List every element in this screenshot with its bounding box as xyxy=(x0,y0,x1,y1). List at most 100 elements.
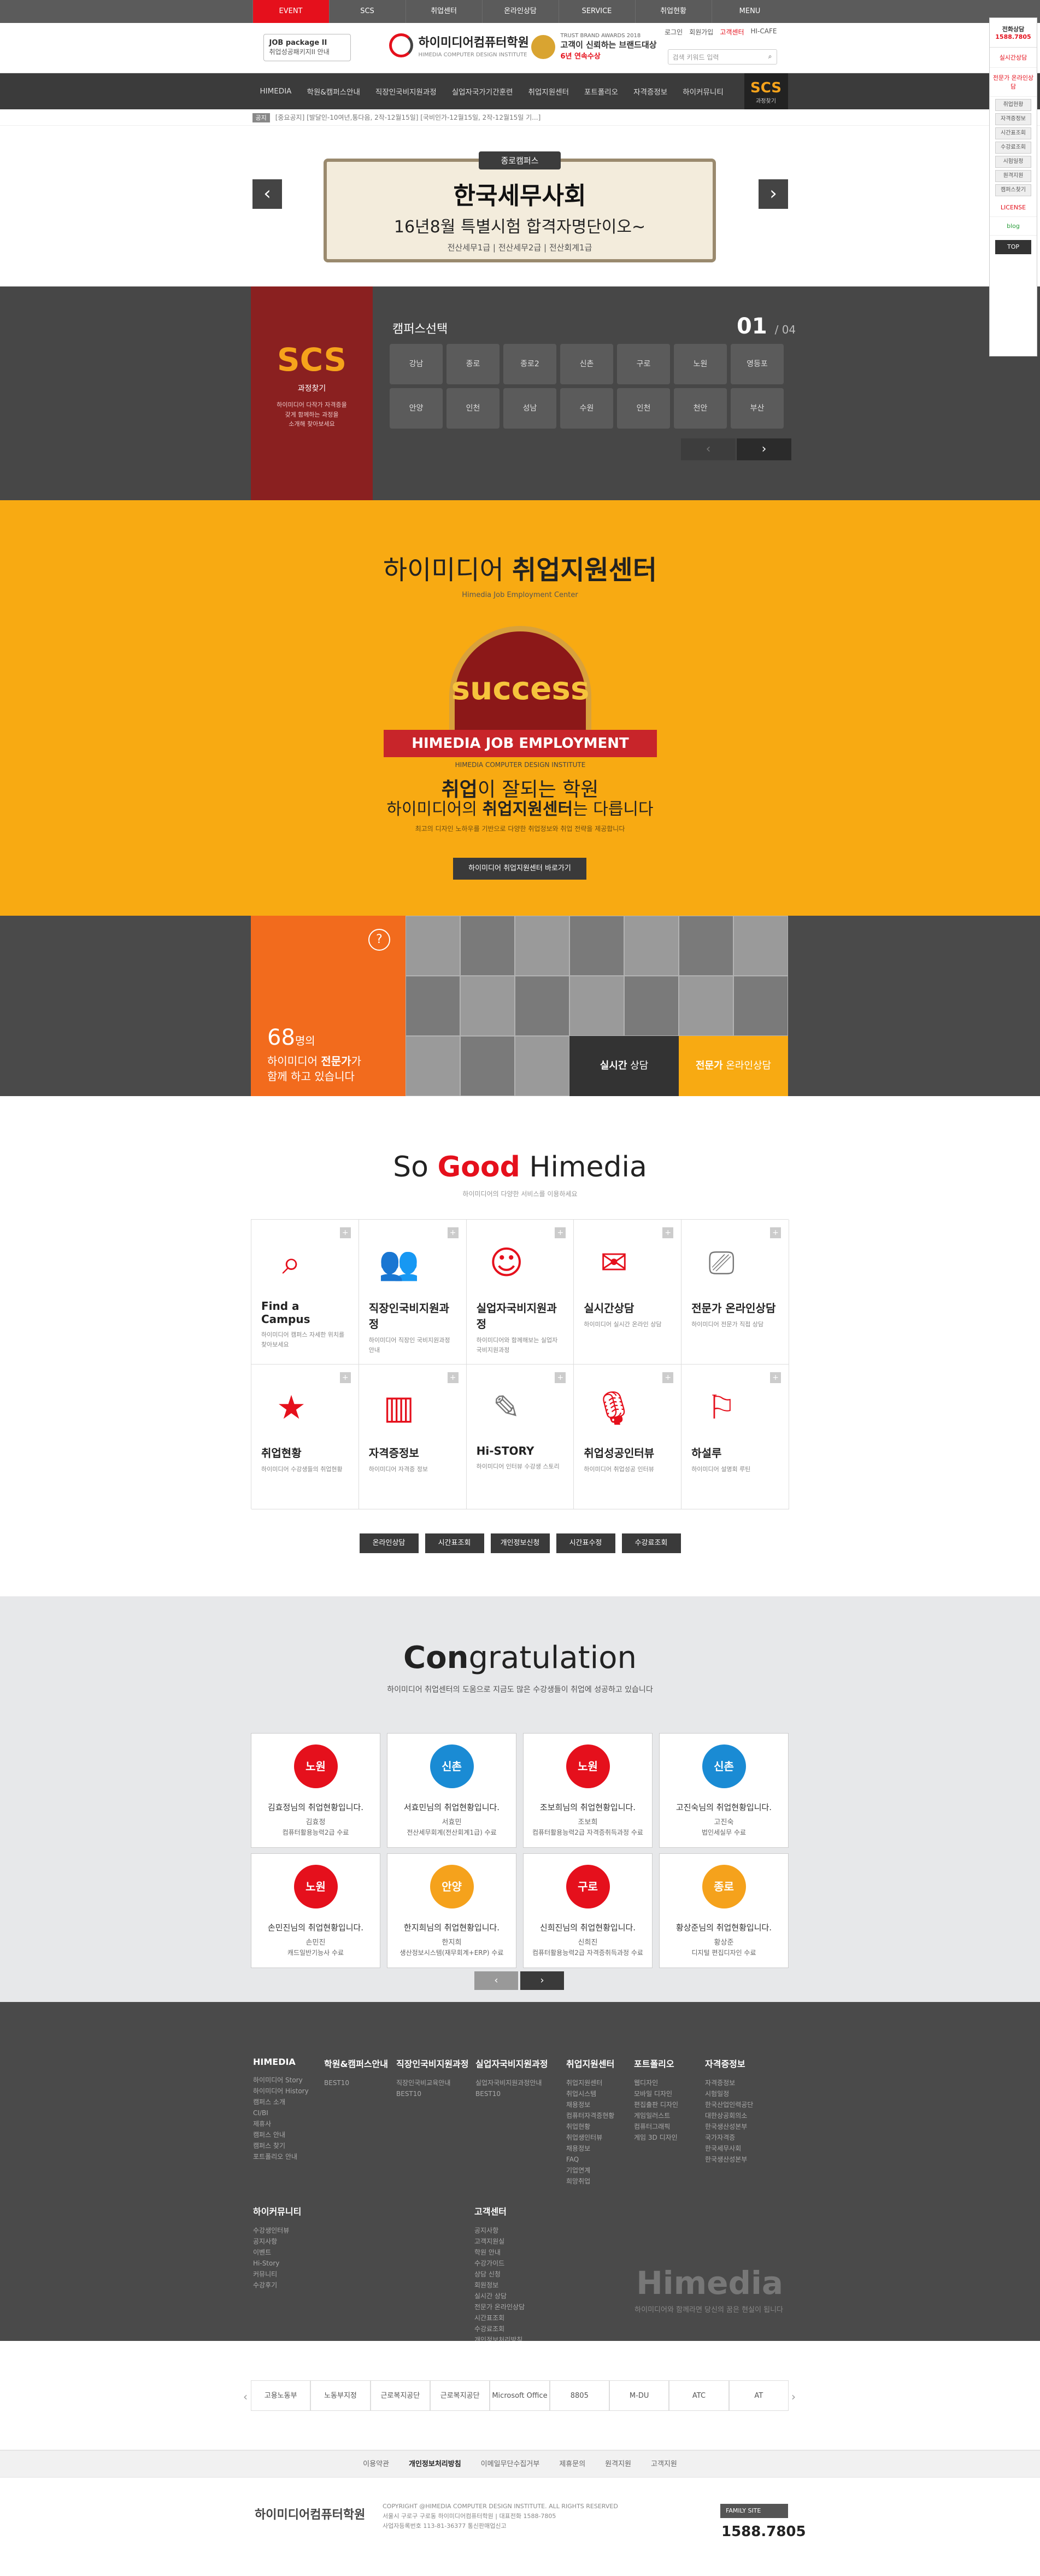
campus-item[interactable]: 성남 xyxy=(503,388,556,429)
campus-item[interactable]: 인천 xyxy=(617,388,670,429)
job-center-button[interactable]: 하이미디어 취업지원센터 바로가기 xyxy=(453,858,586,880)
footer-link[interactable]: 한국생산성본부 xyxy=(705,2154,753,2165)
campus-item[interactable]: 노원 xyxy=(674,344,727,384)
footer-link[interactable]: 취업생인터뷰 xyxy=(566,2132,614,2143)
live-chat-button[interactable]: 실시간 상담 xyxy=(569,1036,679,1096)
footer-link[interactable]: 취업시스템 xyxy=(566,2088,614,2099)
service-card[interactable]: + 🎙 취업성공인터뷰 하이미디어 취업성공 인터뷰 xyxy=(574,1365,682,1509)
slider-banner[interactable]: 종로캠퍼스 한국세무사회 16년8월 특별시험 합격자명단이오~ 전산세무1급 … xyxy=(324,151,716,262)
util-link-2[interactable]: 고객센터 xyxy=(720,27,744,37)
campus-item[interactable]: 영등포 xyxy=(731,344,784,384)
quick-button[interactable]: 시간표조회 xyxy=(425,1533,484,1553)
partner-logo[interactable]: 8805 xyxy=(549,2380,609,2411)
footer-link[interactable]: FAQ xyxy=(566,2154,614,2165)
footer-col-title[interactable]: 하이커뮤니티 xyxy=(253,2204,301,2217)
footer-link[interactable]: 하이미디어 History xyxy=(253,2086,309,2097)
partner-logo[interactable]: ATC xyxy=(669,2380,729,2411)
nav-item-7[interactable]: 하이커뮤니티 xyxy=(675,86,731,97)
congr-card[interactable]: 노원 김효정님의 취업현황입니다. 김효정 컴퓨터활용능력2급 수료 xyxy=(251,1733,380,1848)
bottom-link[interactable]: 고객지원 xyxy=(651,2451,677,2478)
job-package-banner[interactable]: JOB package II 취업성공패키지II 안내 xyxy=(263,34,351,61)
footer-link[interactable]: CI/BI xyxy=(253,2107,309,2118)
footer-link[interactable]: 채용정보 xyxy=(566,2099,614,2110)
footer-link[interactable]: 한국세무사회 xyxy=(705,2143,753,2154)
footer-link[interactable]: 취업현황 xyxy=(566,2121,614,2132)
footer-col-title[interactable]: 포트폴리오 xyxy=(634,2057,678,2070)
partner-logo[interactable]: 근로복지공단 xyxy=(370,2380,430,2411)
partner-logo[interactable]: 고용노동부 xyxy=(251,2380,311,2411)
congr-card[interactable]: 종로 황상준님의 취업현황입니다. 황상준 디지털 편집디자인 수료 xyxy=(659,1853,789,1968)
footer-link[interactable]: 시험일정 xyxy=(705,2088,753,2099)
blog-link[interactable]: blog xyxy=(990,217,1037,236)
quick-small-link[interactable]: 시험일정 xyxy=(995,156,1031,168)
topbar-tab-4[interactable]: SERVICE xyxy=(558,0,635,23)
footer-link[interactable]: 캠퍼스 안내 xyxy=(253,2129,309,2140)
footer-link[interactable]: 자격증정보 xyxy=(705,2077,753,2088)
footer-col-title[interactable]: 학원&캠퍼스안내 xyxy=(324,2057,388,2070)
slider-next-button[interactable]: › xyxy=(759,179,788,209)
partner-logo[interactable]: Microsoft Office xyxy=(490,2380,550,2411)
nav-item-2[interactable]: 직장인국비지원과정 xyxy=(368,86,444,97)
footer-link[interactable]: Hi-Story xyxy=(253,2258,301,2269)
footer-link[interactable]: 실시간 상담 xyxy=(474,2291,525,2302)
quick-small-link[interactable]: 원격지원 xyxy=(995,170,1031,182)
quick-item[interactable]: 실시간상담 xyxy=(990,48,1037,68)
footer-link[interactable]: 웹디자인 xyxy=(634,2077,678,2088)
footer-link[interactable]: 국가자격증 xyxy=(705,2132,753,2143)
topbar-tab-1[interactable]: SCS xyxy=(328,0,406,23)
campus-prev-button[interactable]: ‹ xyxy=(681,438,736,460)
footer-link[interactable]: 고객지원실 xyxy=(474,2236,525,2247)
nav-item-5[interactable]: 포트폴리오 xyxy=(577,86,626,97)
footer-link[interactable]: 제휴사 xyxy=(253,2118,309,2129)
footer-link[interactable]: 회원정보 xyxy=(474,2280,525,2291)
partner-logo[interactable]: M-DU xyxy=(609,2380,669,2411)
footer-link[interactable]: 게임 3D 디자인 xyxy=(634,2132,678,2143)
congr-card[interactable]: 신촌 고진숙님의 취업현황입니다. 고진숙 법인세실무 수료 xyxy=(659,1733,789,1848)
quick-small-link[interactable]: 캠퍼스찾기 xyxy=(995,184,1031,196)
congr-prev-button[interactable]: ‹ xyxy=(474,1971,518,1990)
congr-card[interactable]: 신촌 서효민님의 취업현황입니다. 서효민 전산세무회계(전산회계1급) 수료 xyxy=(387,1733,516,1848)
footer-link[interactable]: 이벤트 xyxy=(253,2247,301,2258)
congr-next-button[interactable]: › xyxy=(520,1971,564,1990)
topbar-tab-5[interactable]: 취업현황 xyxy=(634,0,712,23)
scs-box[interactable]: SCS 과정찾기 하이미디어 다작가 자격증을 갖게 함께하는 과정을 소개해 … xyxy=(251,286,373,500)
bottom-link[interactable]: 원격지원 xyxy=(605,2451,631,2478)
partner-logo[interactable]: 노동부지정 xyxy=(310,2380,371,2411)
footer-link[interactable]: 기업연계 xyxy=(566,2165,614,2176)
plus-icon[interactable]: + xyxy=(339,1372,351,1383)
plus-icon[interactable]: + xyxy=(555,1227,566,1238)
footer-link[interactable]: 하이미디어 Story xyxy=(253,2075,309,2086)
campus-item[interactable]: 종로2 xyxy=(503,344,556,384)
service-card[interactable]: + ⌕ Find a Campus 하이미디어 캠퍼스 자세한 위치를 찾아보세요 xyxy=(251,1220,359,1365)
footer-link[interactable]: 직장인국비교육안내 xyxy=(396,2077,468,2088)
topbar-tab-0[interactable]: EVENT xyxy=(252,0,329,23)
congr-card[interactable]: 노원 조보희님의 취업현황입니다. 조보희 컴퓨터활용능력2급 자격증취득과정 수료 xyxy=(523,1733,653,1848)
slider-prev-button[interactable]: ‹ xyxy=(252,179,282,209)
nav-item-6[interactable]: 자격증정보 xyxy=(626,86,675,97)
util-link-3[interactable]: HI-CAFE xyxy=(751,27,777,37)
footer-link[interactable]: 대한상공회의소 xyxy=(705,2110,753,2121)
congr-card[interactable]: 안양 한지희님의 취업현황입니다. 한지희 생산정보시스템(재무회계+ERP) 수료 xyxy=(387,1853,516,1968)
footer-link[interactable]: 상담 신청 xyxy=(474,2269,525,2280)
footer-link[interactable]: 한국산업인력공단 xyxy=(705,2099,753,2110)
quick-small-link[interactable]: 시간표조회 xyxy=(995,127,1031,139)
footer-link[interactable]: 공지사항 xyxy=(253,2236,301,2247)
footer-link[interactable]: 컴퓨터자격증현황 xyxy=(566,2110,614,2121)
footer-col-title[interactable]: 실업자국비지원과정 xyxy=(475,2057,548,2070)
notice-text[interactable]: [중요공지] [발달인-10여년,통다음, 2작-12월15일] [국비인가-1… xyxy=(275,114,541,121)
util-link-0[interactable]: 로그인 xyxy=(665,27,683,37)
footer-link[interactable]: BEST10 xyxy=(475,2088,548,2099)
footer-link[interactable]: 캠퍼스 소개 xyxy=(253,2097,309,2107)
nav-scs-button[interactable]: SCS 과정찾기 xyxy=(744,73,788,109)
topbar-tab-2[interactable]: 취업센터 xyxy=(405,0,482,23)
footer-link[interactable]: 수강가이드 xyxy=(474,2258,525,2269)
footer-col-title[interactable]: 자격증정보 xyxy=(705,2057,753,2070)
footer-link[interactable]: 수강료조회 xyxy=(474,2323,525,2334)
quick-button[interactable]: 개인정보신청 xyxy=(490,1533,550,1553)
util-link-1[interactable]: 회원가입 xyxy=(689,27,713,37)
nav-item-1[interactable]: 학원&캠퍼스안내 xyxy=(299,86,367,97)
family-site-select[interactable]: FAMILY SITE xyxy=(720,2504,788,2518)
partners-next-button[interactable]: › xyxy=(791,2390,796,2403)
campus-item[interactable]: 천안 xyxy=(674,388,727,429)
footer-link[interactable]: 커뮤니티 xyxy=(253,2269,301,2280)
